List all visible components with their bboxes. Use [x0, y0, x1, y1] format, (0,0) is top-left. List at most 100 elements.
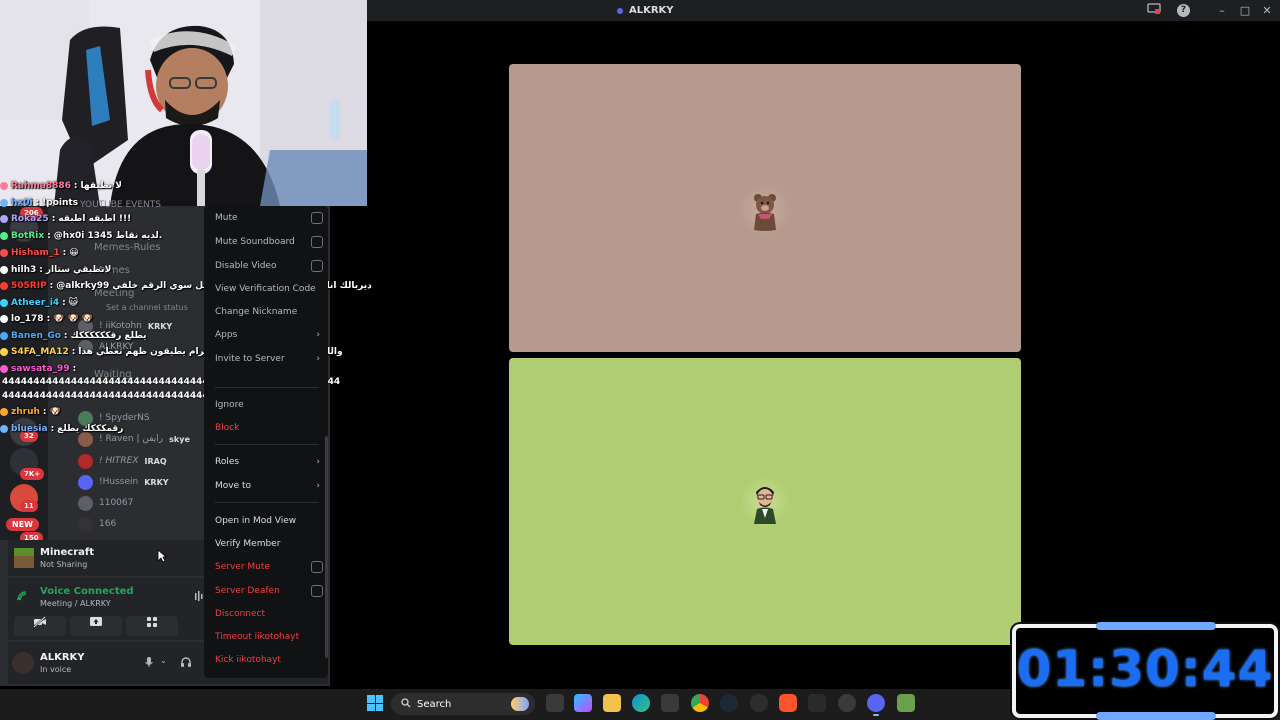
taskbar-search[interactable]: Search: [391, 693, 535, 715]
voice-channel[interactable]: Meeting / ALKRKY: [40, 599, 111, 608]
chat-separator: :: [35, 198, 40, 208]
voice-member[interactable]: !Hussein KRKY: [78, 473, 169, 491]
chat-username: Banen_Go: [11, 331, 61, 341]
chat-separator: :: [49, 281, 54, 291]
avatar: [78, 495, 93, 511]
chat-message: BotRix: @hx0i 1345 لديه نقاط.: [0, 229, 162, 243]
menu-item-open-in-mod-view[interactable]: Open in Mod View: [215, 512, 323, 530]
checkbox[interactable]: [311, 236, 323, 248]
checkbox[interactable]: [311, 260, 323, 272]
menu-item-kick-iikotohayt[interactable]: Kick iikotohayt: [215, 651, 323, 669]
discord-icon[interactable]: [867, 694, 885, 716]
menu-item-label: Apps: [215, 330, 238, 340]
chevron-right-icon: ›: [316, 481, 320, 491]
obs-icon[interactable]: [838, 694, 856, 712]
chat-message: hilh3: لاتطبقي ستاار: [0, 263, 111, 277]
menu-item-ignore[interactable]: Ignore: [215, 396, 323, 414]
voice-member[interactable]: ! HITREX IRAQ: [78, 452, 167, 470]
voice-status[interactable]: Voice Connected: [40, 586, 134, 597]
webcam-scene-image: [0, 0, 367, 206]
edge-icon[interactable]: [632, 694, 650, 712]
minimize-icon[interactable]: –: [1214, 3, 1230, 19]
app-title: ALKRKY: [617, 0, 674, 21]
settings-icon[interactable]: [750, 694, 768, 712]
camera-off-button[interactable]: [14, 616, 66, 636]
discord-logo-icon: [617, 7, 623, 14]
menu-item-mute[interactable]: Mute: [215, 209, 323, 227]
man-avatar-icon: [739, 476, 791, 528]
task-view-icon[interactable]: [546, 694, 564, 712]
menu-item-server-mute[interactable]: Server Mute: [215, 558, 323, 576]
menu-item-view-verification-code[interactable]: View Verification Code: [215, 280, 323, 298]
activities-button[interactable]: [126, 616, 178, 636]
chat-username: Rahma8886: [11, 181, 71, 191]
help-icon[interactable]: ?: [1177, 4, 1190, 17]
avatar[interactable]: [12, 652, 34, 674]
signal-icon: [16, 590, 28, 605]
chat-username: Roka25: [11, 214, 49, 224]
menu-item-disable-video[interactable]: Disable Video: [215, 257, 323, 275]
voice-member[interactable]: 166: [78, 515, 116, 533]
file-explorer-icon[interactable]: [603, 694, 621, 712]
close-icon[interactable]: ✕: [1259, 3, 1275, 19]
chat-separator: :: [51, 214, 56, 224]
chat-username: bluesia: [11, 424, 48, 434]
mouse-cursor-icon: [157, 548, 168, 567]
windows-start-icon[interactable]: [367, 695, 383, 711]
steam-icon[interactable]: [720, 694, 738, 712]
menu-divider: [215, 387, 319, 388]
menu-scrollbar[interactable]: [325, 436, 328, 658]
menu-item-label: Change Nickname: [215, 307, 298, 317]
capcut-icon[interactable]: [808, 694, 826, 712]
chat-separator: :: [73, 181, 78, 191]
menu-item-label: Mute Soundboard: [215, 237, 295, 247]
checkbox[interactable]: [311, 585, 323, 597]
menu-item-timeout-iikotohayt[interactable]: Timeout iikotohayt: [215, 628, 323, 646]
menu-item-label: Timeout iikotohayt: [215, 632, 300, 642]
chat-text: رقمكككك يطلع: [57, 424, 124, 434]
chat-badge-icon: [0, 249, 8, 257]
headphones-icon[interactable]: [180, 656, 192, 671]
chevron-down-icon[interactable]: ⌄: [160, 656, 167, 665]
chat-separator: :: [62, 298, 66, 308]
menu-item-roles[interactable]: Roles ›: [215, 453, 323, 471]
menu-item-verify-member[interactable]: Verify Member: [215, 535, 323, 553]
chevron-right-icon: ›: [316, 457, 320, 467]
menu-item-apps[interactable]: Apps ›: [215, 326, 323, 344]
chat-separator: :: [72, 364, 77, 374]
menu-item-label: Move to: [215, 481, 252, 491]
chat-username: S4FA_MA12: [11, 347, 69, 357]
maximize-icon[interactable]: □: [1237, 3, 1253, 19]
store-icon[interactable]: [661, 694, 679, 712]
menu-item-disconnect[interactable]: Disconnect: [215, 605, 323, 623]
menu-item-invite-to-server[interactable]: Invite to Server ›: [215, 350, 323, 368]
screen-share-icon[interactable]: [1146, 3, 1162, 19]
chevron-right-icon: ›: [316, 330, 320, 340]
chat-message: Rahma8886: لا تطبقها: [0, 179, 122, 193]
menu-item-change-nickname[interactable]: Change Nickname: [215, 303, 323, 321]
voice-member[interactable]: 110067: [78, 494, 133, 512]
user-name[interactable]: ALKRKY: [40, 652, 85, 663]
participant-tile-user[interactable]: [509, 358, 1021, 645]
menu-item-server-deafen[interactable]: Server Deafen: [215, 582, 323, 600]
screen-share-button[interactable]: [70, 616, 122, 636]
menu-item-move-to[interactable]: Move to ›: [215, 477, 323, 495]
activity-subtitle: Not Sharing: [40, 560, 88, 569]
brave-icon[interactable]: [779, 694, 797, 712]
timer-decoration: [1096, 622, 1216, 630]
copilot-icon[interactable]: [574, 694, 592, 712]
menu-item-block[interactable]: Block: [215, 419, 323, 437]
chrome-icon[interactable]: [691, 694, 709, 712]
minecraft-taskbar-icon[interactable]: [897, 694, 915, 712]
menu-item-mute-soundboard[interactable]: Mute Soundboard: [215, 233, 323, 251]
checkbox[interactable]: [311, 561, 323, 573]
member-name: ! HITREX: [99, 456, 139, 466]
chat-message: zhruh: 🐶: [0, 405, 61, 419]
timer-value: 01:30:44: [1016, 640, 1274, 698]
chat-badge-icon: [0, 348, 8, 356]
chat-badge-icon: [0, 365, 8, 373]
microphone-icon[interactable]: [144, 656, 154, 671]
checkbox[interactable]: [311, 212, 323, 224]
chat-message: Roka25: اطبقه اطبقه !!!: [0, 212, 131, 226]
participant-tile-bear[interactable]: [509, 64, 1021, 352]
